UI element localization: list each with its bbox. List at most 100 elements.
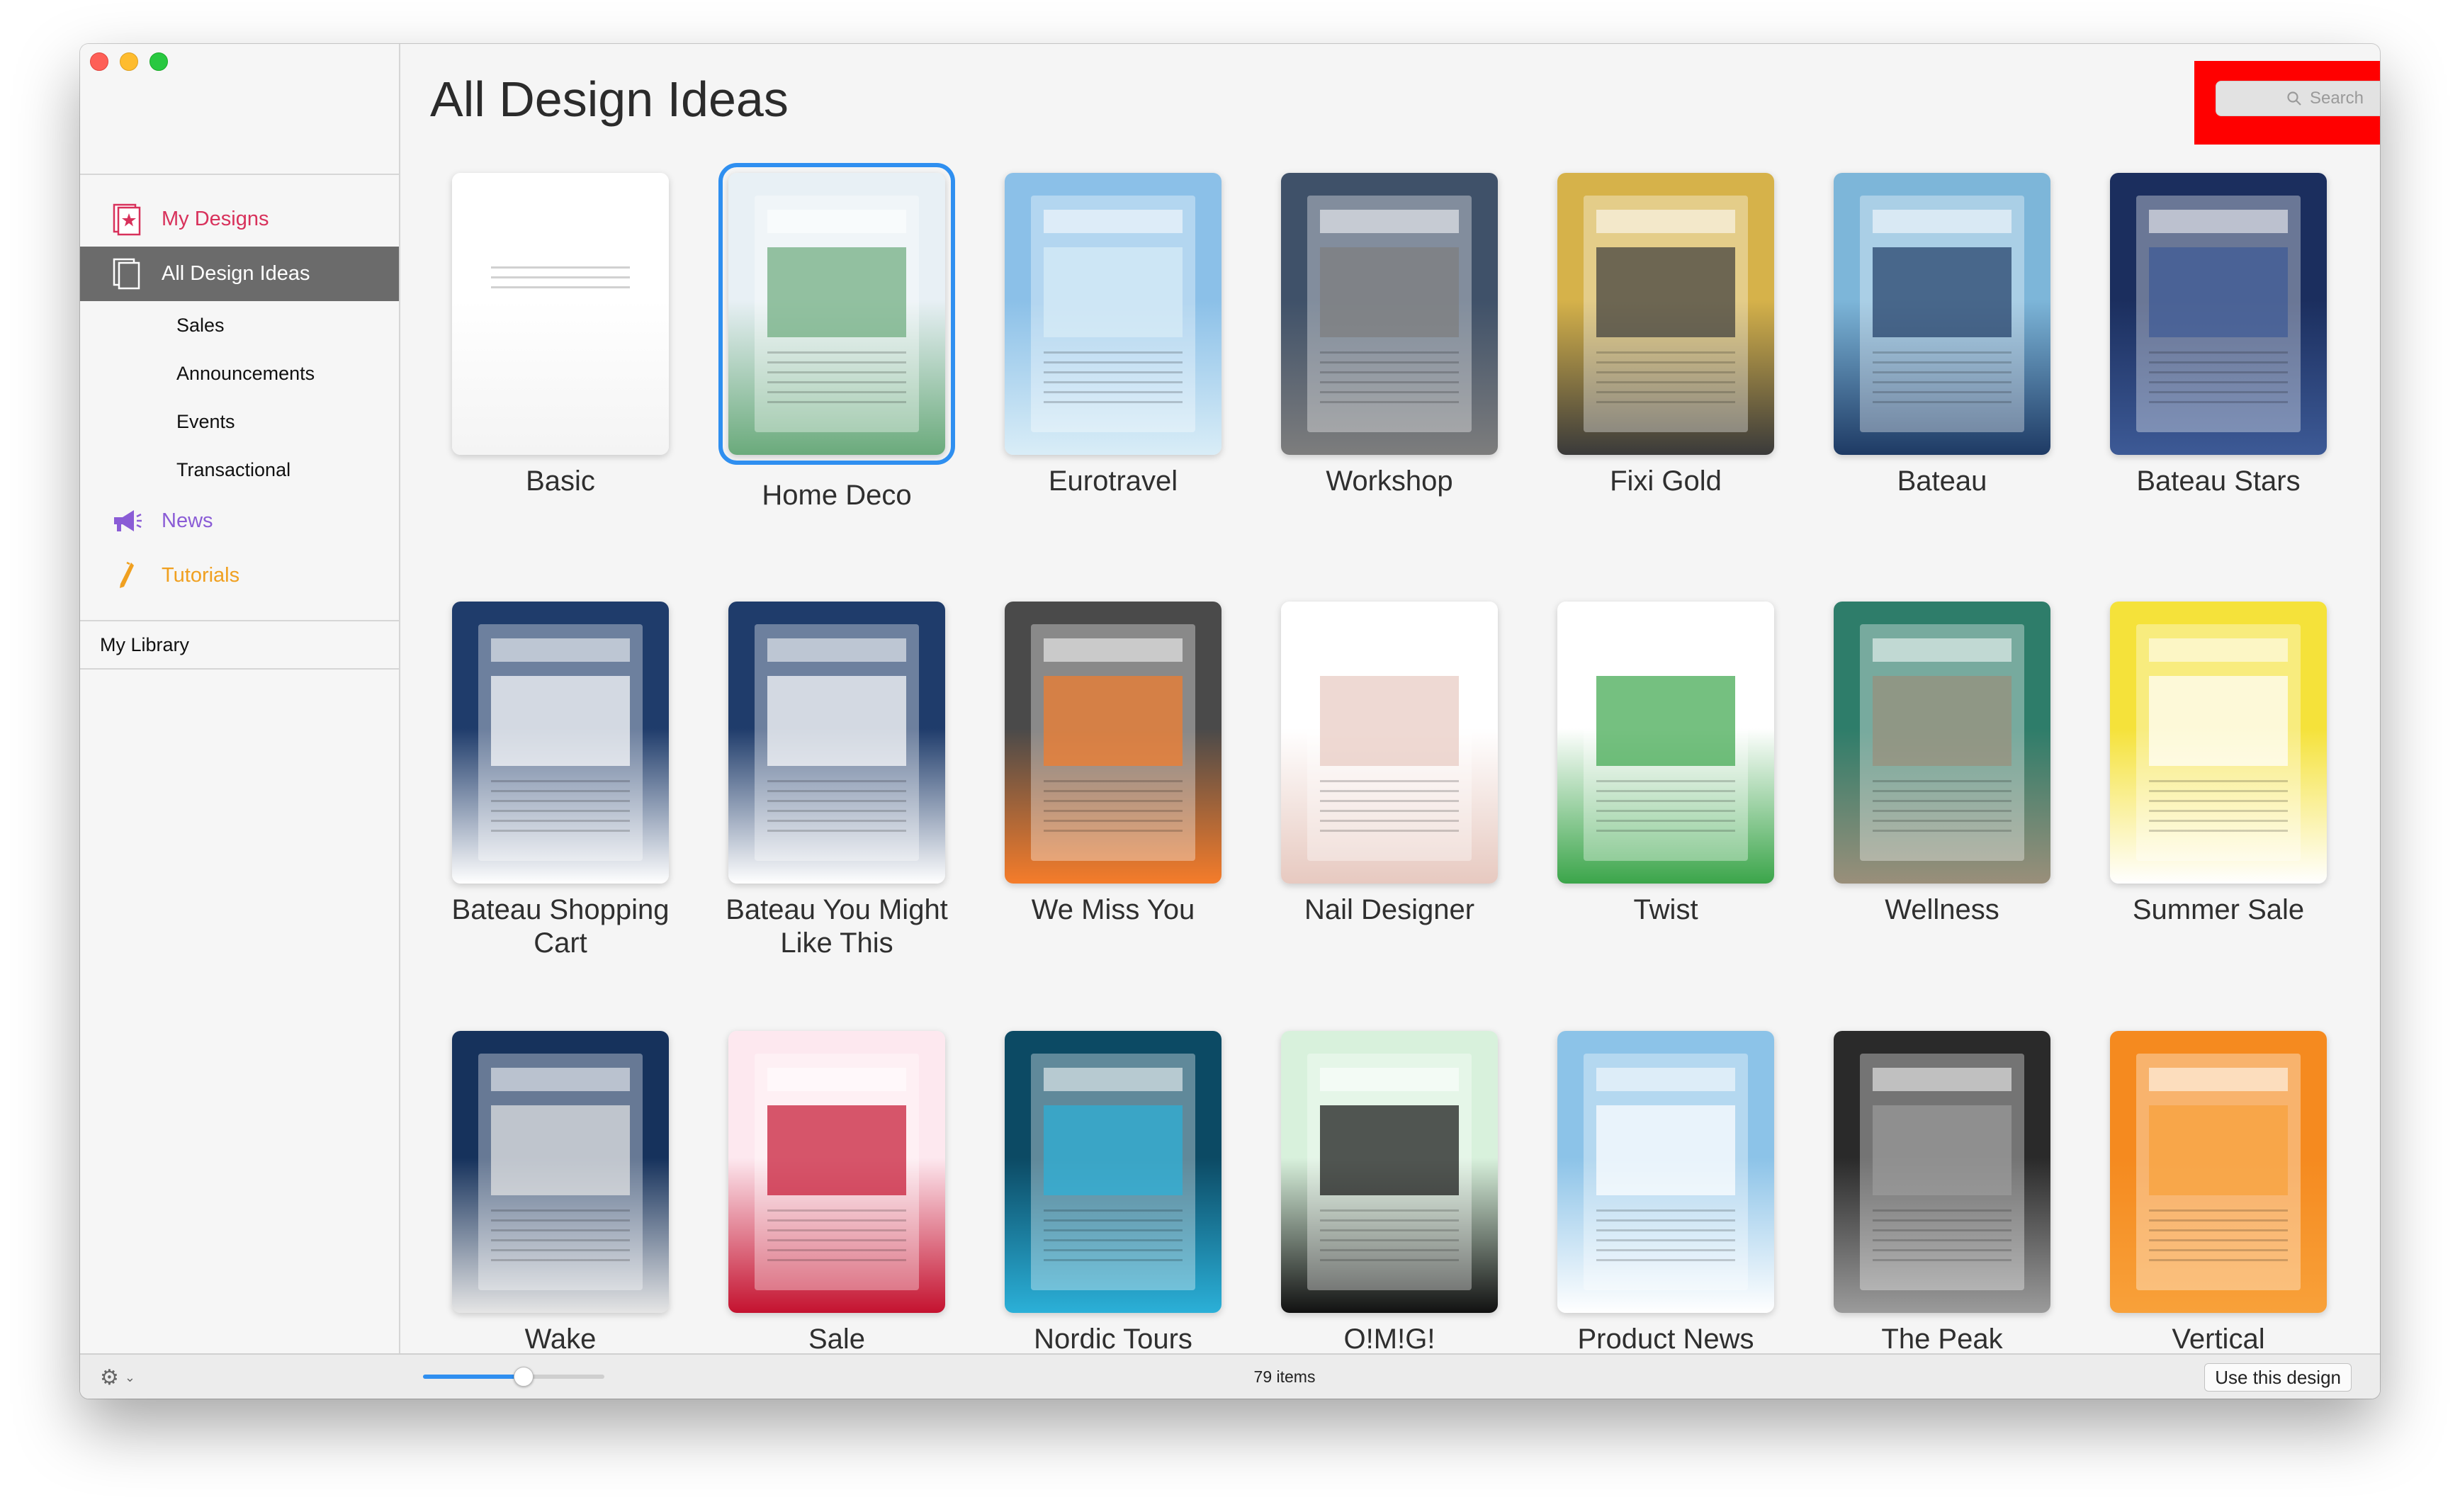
thumbnail-hero-image <box>2149 676 2288 767</box>
design-name: Home Deco <box>762 480 912 511</box>
thumbnail-text-lines <box>1873 1209 2012 1267</box>
sidebar-item-tutorials[interactable]: Tutorials <box>80 548 399 603</box>
use-this-design-button[interactable]: Use this design <box>2204 1363 2352 1392</box>
thumbnail-hero-image <box>1044 1105 1183 1196</box>
thumbnail-header-bar <box>1320 638 1459 662</box>
thumbnail-content <box>754 1053 920 1291</box>
design-name: We Miss You <box>1031 894 1195 925</box>
thumbnail-text-lines <box>767 1209 906 1267</box>
sidebar-item-sales[interactable]: Sales <box>80 301 399 349</box>
thumbnail-text-lines <box>1596 1209 1735 1267</box>
window-controls <box>90 52 168 71</box>
thumbnail-content <box>754 195 920 433</box>
design-thumbnail[interactable] <box>2110 1031 2327 1313</box>
thumbnail-hero-image <box>1320 247 1459 338</box>
close-button[interactable] <box>90 52 108 71</box>
design-thumbnail[interactable] <box>1281 1031 1498 1313</box>
search-input[interactable]: Search <box>2216 81 2380 116</box>
zoom-slider[interactable] <box>423 1367 604 1387</box>
search-placeholder: Search <box>2309 89 2364 108</box>
zoom-slider-fill <box>423 1375 523 1379</box>
design-thumbnail[interactable] <box>1834 1031 2050 1313</box>
sidebar-item-all-design-ideas[interactable]: All Design Ideas <box>80 247 399 301</box>
design-thumbnail[interactable] <box>1834 602 2050 884</box>
thumbnail-content <box>2135 1053 2301 1291</box>
design-thumbnail[interactable] <box>452 602 669 884</box>
design-thumbnail[interactable] <box>1005 1031 1221 1313</box>
design-thumbnail[interactable] <box>452 173 669 455</box>
thumbnail-text-lines <box>491 780 630 837</box>
design-name: Product News <box>1577 1324 1754 1353</box>
thumbnail-hero-image <box>1320 676 1459 767</box>
design-thumbnail[interactable] <box>1557 602 1774 884</box>
design-name: Bateau Shopping Cart <box>451 894 670 959</box>
sidebar-item-label: News <box>162 509 213 532</box>
my-designs-icon <box>113 203 141 236</box>
sidebar-item-my-designs[interactable]: My Designs <box>80 192 399 247</box>
thumbnail-text-lines <box>491 1209 630 1267</box>
design-thumbnail[interactable] <box>1281 602 1498 884</box>
gear-icon: ⚙ <box>100 1365 119 1389</box>
thumbnail-header-bar <box>1044 638 1183 662</box>
thumbnail-hero-image <box>491 676 630 767</box>
thumbnail-content <box>1030 195 1196 433</box>
sidebar-item-label: All Design Ideas <box>162 262 310 285</box>
sidebar-item-events[interactable]: Events <box>80 397 399 446</box>
thumbnail-hero-image <box>1044 247 1183 338</box>
thumbnail-hero-image <box>767 676 906 767</box>
design-name: Bateau <box>1897 466 1987 497</box>
thumbnail-content <box>478 196 643 432</box>
design-thumbnail[interactable] <box>1557 173 1774 455</box>
status-bar: ⚙ ⌄ 79 items Use this design <box>80 1353 2380 1399</box>
app-window: My Designs All Design Ideas Sales Announ… <box>80 44 2380 1399</box>
design-name: Sale <box>808 1324 866 1353</box>
design-thumbnail[interactable] <box>2110 602 2327 884</box>
thumbnail-hero-image <box>767 1105 906 1196</box>
thumbnail-hero-image <box>1596 676 1735 767</box>
thumbnail-content <box>1030 1053 1196 1291</box>
thumbnail-text-lines <box>1044 351 1183 409</box>
thumbnail-content <box>1030 624 1196 862</box>
thumbnail-text-lines <box>767 780 906 837</box>
design-name: Summer Sale <box>2132 894 2305 925</box>
thumbnail-hero-image <box>1596 1105 1735 1196</box>
thumbnail-text-lines <box>2149 780 2288 837</box>
design-thumbnail[interactable] <box>728 1031 945 1313</box>
design-thumbnail[interactable] <box>1005 173 1221 455</box>
design-name: Basic <box>526 466 595 497</box>
design-thumbnail[interactable] <box>728 602 945 884</box>
thumbnail-hero-image <box>1873 1105 2012 1196</box>
all-designs-icon <box>113 258 140 290</box>
design-name: Twist <box>1633 894 1698 925</box>
thumbnail-header-bar <box>491 1067 630 1092</box>
design-name: Nail Designer <box>1304 894 1475 925</box>
zoom-button[interactable] <box>149 52 168 71</box>
design-thumbnail[interactable] <box>1281 173 1498 455</box>
thumbnail-hero-image <box>1873 247 2012 338</box>
sidebar-item-announcements[interactable]: Announcements <box>80 349 399 397</box>
thumbnail-text-lines <box>491 266 630 295</box>
sidebar-item-transactional[interactable]: Transactional <box>80 446 399 494</box>
thumbnail-header-bar <box>1873 209 2012 234</box>
minimize-button[interactable] <box>120 52 138 71</box>
design-thumbnail[interactable] <box>1557 1031 1774 1313</box>
design-name: Nordic Tours <box>1034 1324 1192 1353</box>
design-thumbnail[interactable] <box>2110 173 2327 455</box>
design-thumbnail[interactable] <box>718 163 955 465</box>
thumbnail-header-bar <box>1873 638 2012 662</box>
design-thumbnail[interactable] <box>452 1031 669 1313</box>
design-thumbnail[interactable] <box>1005 602 1221 884</box>
thumbnail-content <box>1859 1053 2025 1291</box>
pen-icon <box>120 561 134 588</box>
design-name: Wellness <box>1885 894 1999 925</box>
design-thumbnail[interactable] <box>1834 173 2050 455</box>
design-name: The Peak <box>1881 1324 2003 1353</box>
sidebar-section-my-library[interactable]: My Library <box>80 620 399 670</box>
settings-menu-button[interactable]: ⚙ ⌄ <box>100 1365 158 1390</box>
thumbnail-header-bar <box>1596 1067 1735 1092</box>
zoom-slider-knob[interactable] <box>513 1367 534 1387</box>
thumbnail-header-bar <box>1320 1067 1459 1092</box>
thumbnail-hero-image <box>1873 676 2012 767</box>
sidebar-item-news[interactable]: News <box>80 494 399 548</box>
thumbnail-header-bar <box>1044 209 1183 234</box>
